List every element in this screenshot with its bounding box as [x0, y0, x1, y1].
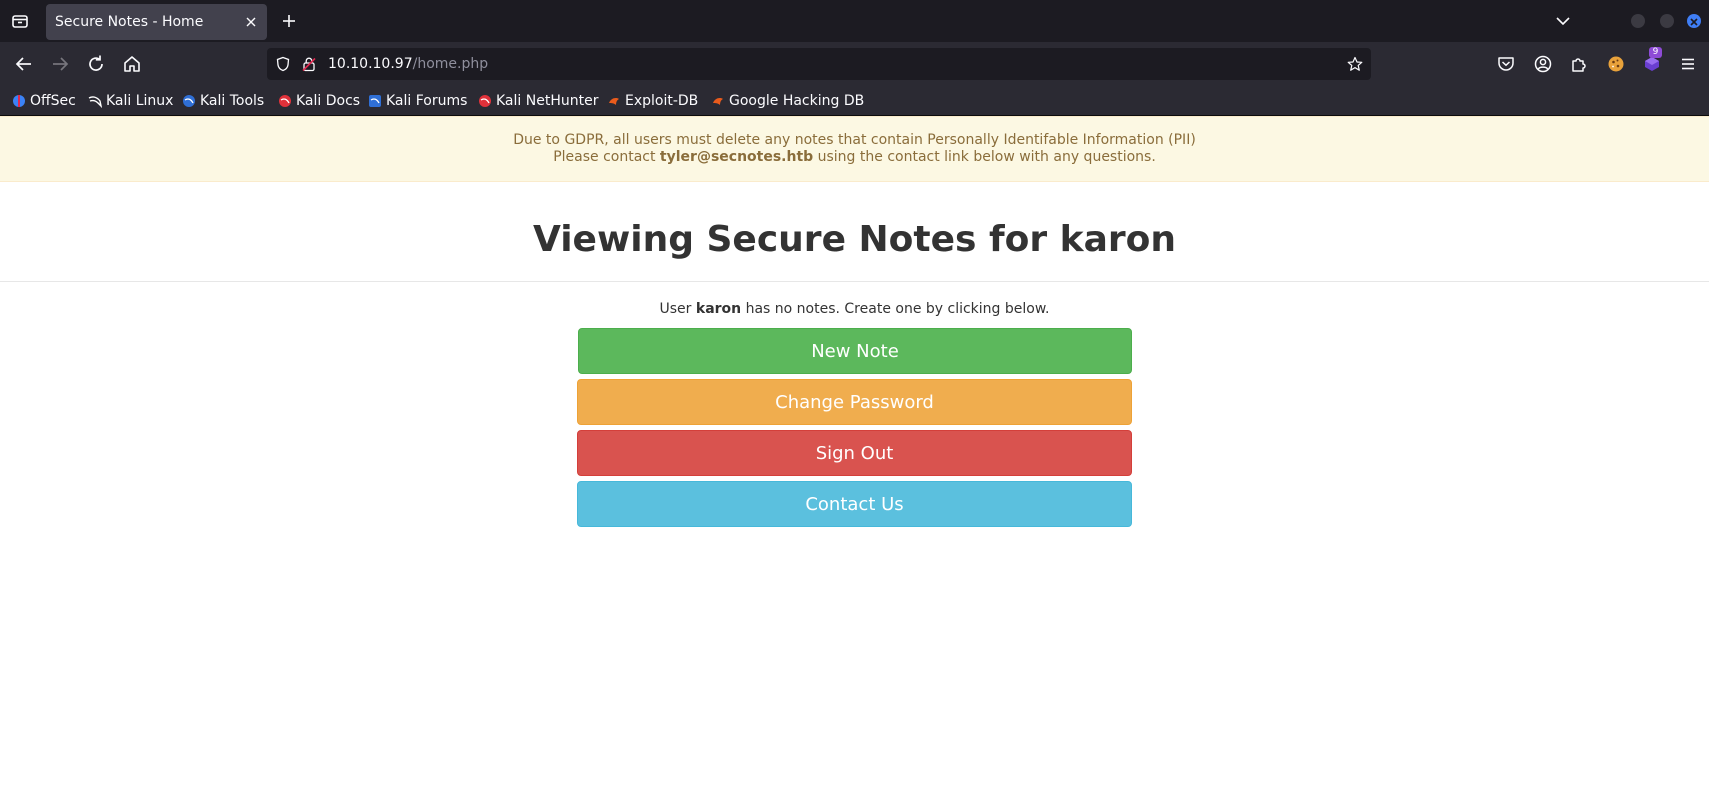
- extensions-puzzle-icon[interactable]: [1569, 54, 1589, 74]
- close-tab-icon[interactable]: [243, 14, 259, 30]
- page-title: Viewing Secure Notes for karon: [0, 219, 1709, 260]
- home-icon[interactable]: [121, 53, 143, 75]
- contact-email: tyler@secnotes.htb: [659, 149, 814, 165]
- contact-us-button[interactable]: Contact Us: [577, 481, 1132, 527]
- page-title-username: karon: [1059, 219, 1177, 260]
- page-title-prefix: Viewing Secure Notes for: [532, 219, 1060, 260]
- navigation-toolbar: 10.10.10.97/home.php 9: [0, 42, 1709, 86]
- tab-list-icon[interactable]: [10, 11, 30, 31]
- kali-tools-icon: [183, 95, 195, 107]
- bookmark-label: Kali Docs: [296, 93, 361, 109]
- url-path: /home.php: [412, 56, 489, 72]
- back-arrow-icon[interactable]: [13, 53, 35, 75]
- url-text[interactable]: 10.10.10.97/home.php: [328, 56, 488, 72]
- sign-out-button[interactable]: Sign Out: [577, 430, 1132, 476]
- divider: [0, 281, 1709, 282]
- minimize-window-button[interactable]: [1631, 14, 1645, 28]
- new-tab-icon[interactable]: [280, 12, 298, 30]
- gdpr-notice-line: Due to GDPR, all users must delete any n…: [513, 132, 1196, 148]
- gdpr-contact-suffix: using the contact link below with any qu…: [813, 149, 1156, 165]
- bookmark-kali-linux[interactable]: Kali Linux: [88, 92, 173, 110]
- tab-title: Secure Notes - Home: [55, 14, 204, 30]
- gdpr-contact-line: Please contact tyler@secnotes.htb using …: [0, 149, 1709, 165]
- bookmark-kali-forums[interactable]: Kali Forums: [368, 92, 467, 110]
- bookmark-star-icon[interactable]: [1347, 56, 1363, 72]
- bookmark-label: Kali Tools: [200, 93, 265, 109]
- insecure-lock-icon[interactable]: [301, 56, 317, 72]
- cookie-extension-icon[interactable]: [1606, 54, 1626, 74]
- kali-nethunter-icon: [479, 95, 491, 107]
- kali-forums-icon: [369, 95, 381, 107]
- bookmark-label: Exploit-DB: [625, 93, 699, 109]
- hamburger-menu-icon[interactable]: [1678, 54, 1698, 74]
- notice-suffix: has no notes. Create one by clicking bel…: [741, 301, 1050, 317]
- bookmark-label: OffSec: [30, 93, 76, 109]
- bookmark-label: Kali Linux: [106, 93, 174, 109]
- bookmarks-toolbar: OffSec Kali Linux Kali Tools Kali Docs K…: [0, 86, 1709, 116]
- new-note-button[interactable]: New Note: [578, 328, 1132, 374]
- address-bar[interactable]: 10.10.10.97/home.php: [267, 48, 1371, 80]
- close-window-button[interactable]: [1687, 14, 1701, 28]
- bookmark-kali-docs[interactable]: Kali Docs: [278, 92, 360, 110]
- bookmark-kali-nethunter[interactable]: Kali NetHunter: [478, 92, 598, 110]
- bookmark-kali-tools[interactable]: Kali Tools: [182, 92, 264, 110]
- shield-icon[interactable]: [275, 56, 291, 72]
- bookmark-label: Kali NetHunter: [496, 93, 599, 109]
- bookmark-google-hacking-db[interactable]: Google Hacking DB: [711, 92, 864, 110]
- reload-icon[interactable]: [85, 53, 107, 75]
- notice-username: karon: [695, 301, 742, 317]
- change-password-button[interactable]: Change Password: [577, 379, 1132, 425]
- close-icon: [1690, 18, 1698, 26]
- no-notes-message: User karon has no notes. Create one by c…: [0, 301, 1709, 317]
- chevron-down-icon[interactable]: [1554, 12, 1572, 30]
- ghdb-icon: [713, 98, 723, 105]
- maximize-window-button[interactable]: [1660, 14, 1674, 28]
- gdpr-warning-alert: Due to GDPR, all users must delete any n…: [0, 116, 1709, 182]
- bookmark-label: Google Hacking DB: [729, 93, 865, 109]
- kali-icon: [88, 96, 102, 108]
- tab-active[interactable]: Secure Notes - Home: [46, 4, 267, 40]
- bookmark-label: Kali Forums: [386, 93, 468, 109]
- forward-arrow-icon[interactable]: [49, 53, 71, 75]
- gdpr-contact-prefix: Please contact: [553, 149, 660, 165]
- bookmark-offsec[interactable]: OffSec: [12, 92, 76, 110]
- url-host: 10.10.10.97: [328, 56, 413, 72]
- notice-prefix: User: [659, 301, 696, 317]
- offsec-icon: [13, 95, 25, 107]
- page-content: Due to GDPR, all users must delete any n…: [0, 116, 1709, 800]
- exploit-db-icon: [609, 98, 619, 105]
- pocket-icon[interactable]: [1496, 54, 1516, 74]
- bookmark-exploit-db[interactable]: Exploit-DB: [607, 92, 698, 110]
- tab-bar: Secure Notes - Home: [0, 0, 1709, 42]
- extension-count-badge: 9: [1649, 47, 1662, 58]
- kali-docs-icon: [279, 95, 291, 107]
- account-icon[interactable]: [1533, 54, 1553, 74]
